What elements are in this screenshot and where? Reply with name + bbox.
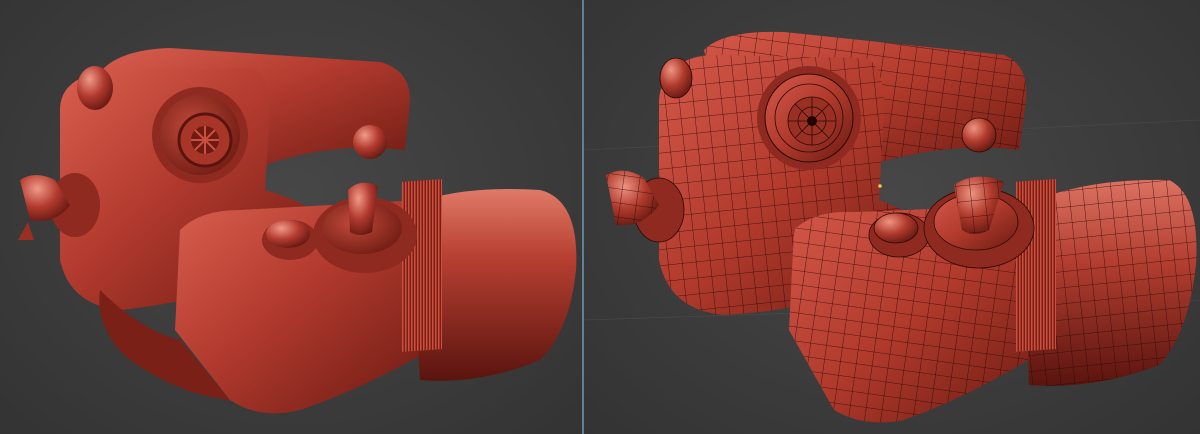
sculpt-top-left-knob <box>77 66 113 110</box>
sculpt-nozzle <box>18 173 100 240</box>
retopo-model-render <box>584 31 1200 423</box>
viewport-retopology[interactable] <box>584 0 1200 434</box>
sculpt-right-button <box>353 125 387 159</box>
sculpt-model-render <box>18 48 577 414</box>
retopo-round-button <box>868 212 930 258</box>
retopo-right-button <box>961 117 997 153</box>
sculpt-cylinder-tank <box>402 179 577 381</box>
origin-marker <box>878 184 882 188</box>
sculpt-round-button <box>262 220 318 260</box>
retopo-top-left-knob <box>659 57 693 99</box>
sculpt-vent <box>152 87 248 183</box>
viewport-sculpt[interactable] <box>0 0 582 434</box>
retopo-cylinder-tank <box>1016 178 1197 386</box>
retopo-vent <box>757 66 861 170</box>
split-viewport-workspace <box>0 0 1200 434</box>
sculpt-joystick <box>313 182 417 273</box>
